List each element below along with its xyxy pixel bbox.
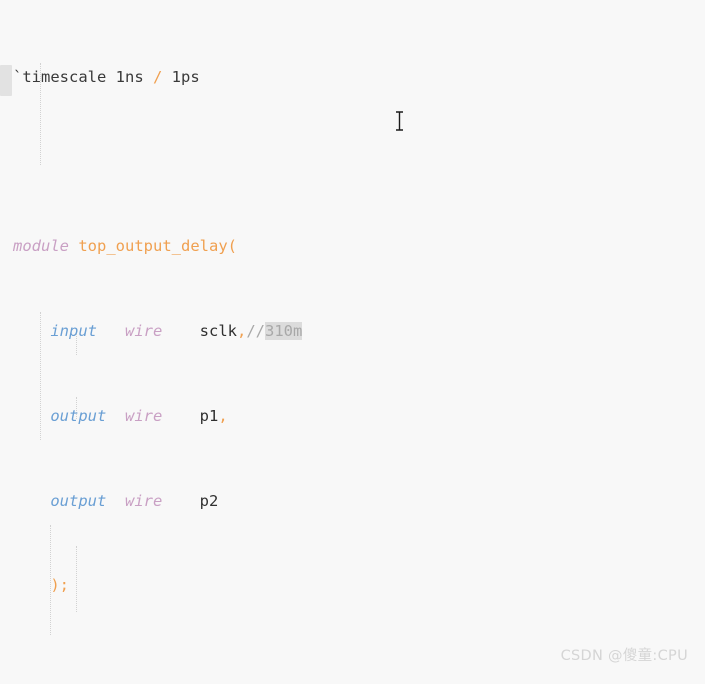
compiler-directive: `timescale 1ns xyxy=(13,67,153,86)
keyword-output: output xyxy=(13,491,107,510)
code-line-4[interactable]: input wire sclk,//310m xyxy=(13,321,601,342)
keyword-input: input xyxy=(13,322,97,340)
code-line-8[interactable] xyxy=(13,660,601,681)
code-line-5[interactable]: output wire p1, xyxy=(13,406,601,427)
keyword-wire: wire xyxy=(125,491,163,510)
module-name: top_output_delay xyxy=(78,237,228,256)
code-line-7[interactable]: ); xyxy=(13,575,601,596)
keyword-module: module xyxy=(13,237,69,256)
code-line-6[interactable]: output wire p2 xyxy=(13,491,601,512)
port-p1: p1 xyxy=(162,406,219,425)
operator: / xyxy=(152,67,163,86)
code-line-3[interactable]: module top_output_delay( xyxy=(13,236,601,257)
selected-text[interactable]: 310m xyxy=(265,322,303,340)
keyword-wire: wire xyxy=(125,406,163,425)
keyword-output: output xyxy=(13,406,107,425)
port-sclk: sclk xyxy=(162,322,237,340)
code-line-2[interactable] xyxy=(13,151,601,172)
code-content[interactable]: `timescale 1ns / 1ps module top_output_d… xyxy=(13,3,601,684)
csdn-watermark: CSDN @傻童:CPU xyxy=(560,647,688,664)
port-p2: p2 xyxy=(162,491,219,510)
keyword-wire: wire xyxy=(125,322,163,340)
code-line-1[interactable]: `timescale 1ns / 1ps xyxy=(13,67,601,88)
vertical-scrollbar-thumb[interactable] xyxy=(0,65,12,96)
code-editor[interactable]: `timescale 1ns / 1ps module top_output_d… xyxy=(0,0,705,684)
directive-arg: 1ps xyxy=(162,67,200,86)
comment-inline: // xyxy=(246,322,265,340)
